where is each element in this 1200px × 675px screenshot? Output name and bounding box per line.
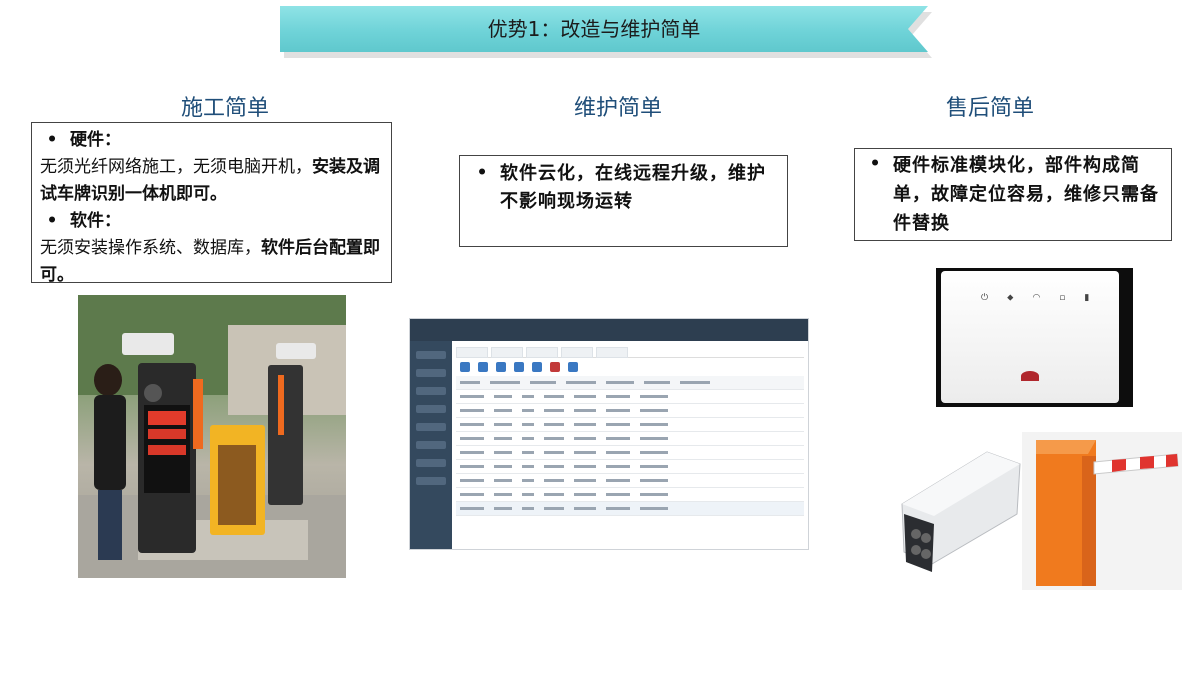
table-row (456, 446, 804, 460)
bullet-icon: • (869, 154, 881, 174)
aftersales-bullet-row: • 硬件标准模块化，部件构成简单，故障定位容易，维修只需备件替换 (863, 151, 1163, 238)
maintenance-text-box: • 软件云化，在线远程升级，维护不影响现场运转 (459, 155, 788, 247)
installation-photo-illustration (78, 295, 346, 578)
management-software-screenshot (409, 318, 809, 550)
software-toolbar (456, 358, 804, 376)
table-row (456, 474, 804, 488)
software-table-header (456, 376, 804, 390)
router-photo: ⏻ ⬥ ◠ ▫ ▮ (941, 271, 1119, 403)
software-text-plain: 无须安装操作系统、数据库， (40, 238, 261, 258)
hardware-heading: 硬件： (70, 130, 121, 150)
software-heading: 软件： (70, 211, 121, 231)
column-title-aftersales: 售后简单 (945, 96, 1034, 121)
hardware-text-plain: 无须光纤网络施工，无须电脑开机， (40, 157, 312, 177)
table-row (456, 432, 804, 446)
wifi-icon: ◠ (1032, 293, 1041, 303)
router-indicator-icons: ⏻ ⬥ ◠ ▫ ▮ (981, 293, 1089, 303)
table-row (456, 404, 804, 418)
table-row (456, 460, 804, 474)
camera-icon (901, 451, 1021, 572)
maintenance-bullet-row: • 软件云化，在线远程升级，维护不影响现场运转 (470, 160, 777, 216)
column-title-construction: 施工简单 (180, 96, 269, 121)
bullet-icon: • (46, 211, 58, 231)
hardware-description: 无须光纤网络施工，无须电脑开机，安装及调试车牌识别一体机即可。 (40, 154, 383, 208)
table-row (456, 488, 804, 502)
maintenance-text: 软件云化，在线远程升级，维护不影响现场运转 (500, 163, 766, 212)
software-description: 无须安装操作系统、数据库，软件后台配置即可。 (40, 235, 383, 289)
software-heading-row: • 软件： (40, 208, 383, 235)
table-row (456, 390, 804, 404)
bullet-icon: • (46, 130, 58, 150)
lan-icon: ▫ (1059, 293, 1066, 303)
hardware-heading-row: • 硬件： (40, 127, 383, 154)
page-title: 优势1：改造与维护简单 (487, 17, 701, 41)
signal-icon: ▮ (1084, 293, 1090, 303)
barrier-gate-icon (1036, 440, 1179, 586)
power-icon: ⏻ (981, 293, 989, 303)
software-sidebar (410, 341, 452, 549)
aftersales-text-box: • 硬件标准模块化，部件构成简单，故障定位容易，维修只需备件替换 (854, 148, 1172, 241)
bullet-icon: • (476, 163, 488, 183)
software-top-bar (410, 319, 808, 341)
construction-text-box: • 硬件： 无须光纤网络施工，无须电脑开机，安装及调试车牌识别一体机即可。 • … (31, 122, 392, 285)
barrier-gate-photo (1022, 432, 1182, 590)
software-main-area (456, 345, 804, 545)
table-row (456, 418, 804, 432)
network-icon: ⬥ (1007, 293, 1014, 303)
software-tabs (456, 345, 804, 358)
aftersales-text: 硬件标准模块化，部件构成简单，故障定位容易，维修只需备件替换 (893, 155, 1159, 234)
camera-photo (892, 444, 1022, 574)
installation-photo (78, 295, 346, 578)
table-row-selected (456, 502, 804, 516)
brand-logo-icon (1021, 371, 1039, 381)
column-title-maintenance: 维护简单 (573, 96, 662, 121)
